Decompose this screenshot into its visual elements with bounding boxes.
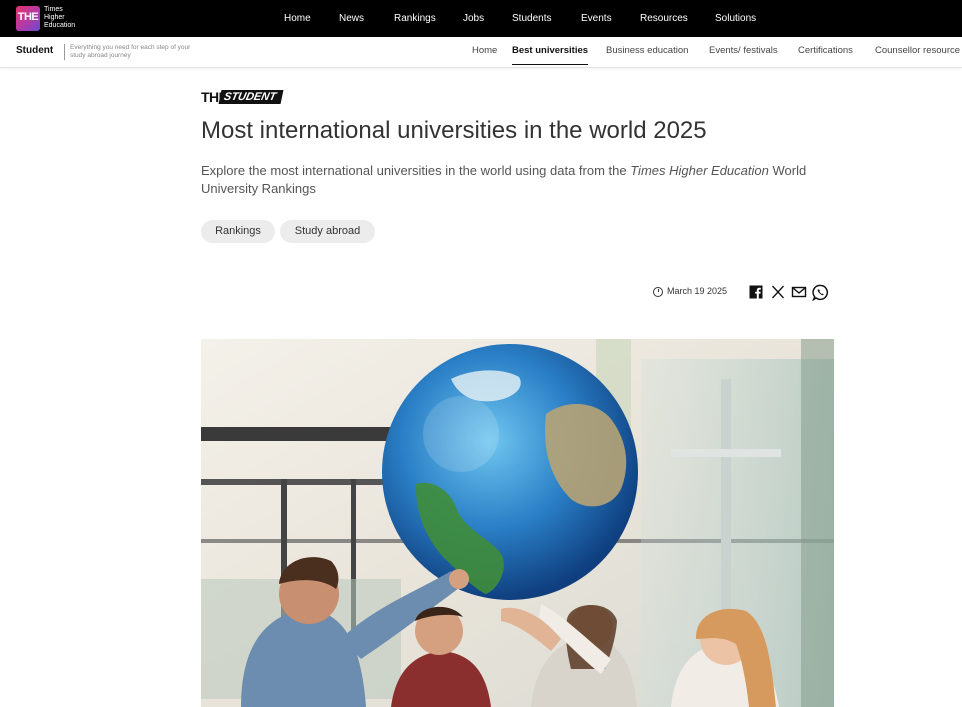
nav-events[interactable]: Events (581, 0, 612, 37)
brand-student: STUDENT (218, 90, 284, 104)
logo-wordmark[interactable]: Times Higher Education (44, 6, 84, 30)
subnav-best-universities[interactable]: Best universities (512, 37, 589, 65)
subnav-home[interactable]: Home (472, 37, 497, 67)
clock-icon (653, 287, 663, 297)
logo-line: Education (44, 22, 76, 29)
subnav-business-education[interactable]: Business education (606, 37, 688, 67)
subnav-events-festivals[interactable]: Events/ festivals (709, 37, 778, 67)
top-navigation-bar: THE Times Higher Education Home News Ran… (0, 0, 962, 37)
nav-solutions[interactable]: Solutions (715, 0, 756, 37)
student-subnavigation: Student Everything you need for each ste… (0, 37, 962, 68)
desc-italic: Times Higher Education (630, 163, 769, 178)
tag-rankings[interactable]: Rankings (201, 220, 275, 243)
nav-students[interactable]: Students (512, 0, 551, 37)
whatsapp-icon[interactable] (812, 284, 829, 301)
section-tagline: Everything you need for each step of you… (70, 44, 191, 59)
nav-home[interactable]: Home (284, 0, 311, 37)
subnav-counsellor-resource[interactable]: Counsellor resource (875, 37, 960, 67)
desc-text: Explore the most international universit… (201, 163, 631, 178)
mail-icon[interactable] (791, 284, 807, 300)
nav-news[interactable]: News (339, 0, 364, 37)
nav-rankings[interactable]: Rankings (394, 0, 436, 37)
nav-jobs[interactable]: Jobs (463, 0, 484, 37)
publish-date: March 19 2025 (667, 286, 728, 296)
hero-image (201, 339, 834, 707)
article-description: Explore the most international universit… (201, 162, 841, 198)
nav-resources[interactable]: Resources (640, 0, 688, 37)
divider (64, 44, 65, 60)
the-logo[interactable]: THE (16, 6, 40, 31)
logo-line: Times (44, 6, 63, 13)
section-label[interactable]: Student (16, 45, 53, 56)
subnav-certifications[interactable]: Certifications (798, 37, 853, 67)
logo-mark: THE (17, 11, 39, 23)
page-title: Most international universities in the w… (201, 117, 707, 144)
tag-study-abroad[interactable]: Study abroad (280, 220, 375, 243)
logo-line: Higher (44, 14, 65, 21)
x-icon[interactable] (770, 284, 786, 300)
facebook-icon[interactable] (748, 284, 764, 300)
